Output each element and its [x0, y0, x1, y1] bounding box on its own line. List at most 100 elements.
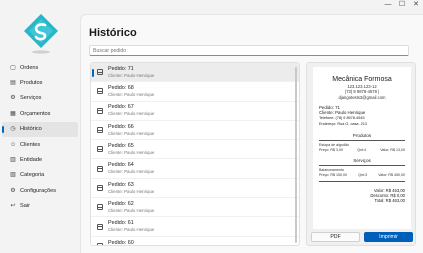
sidebar-item-categoria[interactable]: ▧ Categoria [2, 168, 78, 183]
maximize-button[interactable]: ☐ [395, 0, 409, 10]
divider [319, 140, 405, 142]
package-icon [97, 88, 103, 95]
order-number: Pedido: 68 [108, 85, 134, 92]
scrollbar[interactable] [295, 67, 297, 243]
orders-icon: ▢ [10, 64, 16, 71]
list-item-text: Pedido: 65 Cliente: Paulo Henrique [108, 143, 154, 156]
order-number: Pedido: 61 [108, 220, 134, 227]
history-icon: ◷ [10, 126, 16, 133]
list-item[interactable]: Pedido: 62 Cliente: Paulo Henrique [91, 198, 299, 218]
receipt-products-header: Produtos [352, 133, 372, 139]
receipt-client-address: Endereço: Rua G, casa. 213 [319, 121, 367, 126]
sidebar-item-produtos[interactable]: ▤ Produtos [2, 75, 78, 90]
list-item[interactable]: Pedido: 60Cliente: Paulo Henrique [91, 237, 299, 246]
list-item[interactable]: Pedido: 66 Cliente: Paulo Henrique [91, 121, 299, 141]
receipt-product-price: Preço: R$ 3,00 [319, 147, 343, 152]
sidebar-item-label: Orçamentos [20, 110, 51, 117]
divider [319, 165, 405, 167]
list-item[interactable]: Pedido: 67 Cliente: Paulo Henrique [91, 102, 299, 121]
list-item-text: Pedido: 71 Cliente: Paulo Henrique [108, 66, 154, 79]
receipt-services-header: Serviços [353, 158, 371, 164]
receipt-product-qty: Qnt:4 [357, 147, 367, 152]
sidebar-item-orcamentos[interactable]: ▦ Orçamentos [2, 106, 78, 121]
package-icon [97, 107, 103, 114]
order-client: Cliente: Paulo Henrique [108, 130, 155, 136]
order-number: Pedido: 64 [108, 162, 134, 169]
receipt-preview: Mecânica Formosa 123.123.123-12 (73) 9 9… [313, 67, 411, 229]
logout-icon: ↩ [10, 203, 16, 210]
receipt-product-total: Valor: R$ 13,00 [380, 147, 405, 152]
receipt-service-row: Preço: R$ 150,00 Qnt:3 Valor: R$ 450,00 [319, 173, 405, 178]
list-item[interactable]: Pedido: 63 Cliente: Paulo Henrique [91, 179, 299, 199]
page-title: Histórico [89, 27, 137, 39]
order-client: Cliente: Paulo Henrique [108, 188, 155, 194]
sidebar-item-servicos[interactable]: ⚙ Serviços [2, 91, 78, 106]
sidebar-item-ordens[interactable]: ▢ Ordens [2, 60, 78, 75]
list-item-text: Pedido: 68 Cliente: Paulo Henrique [108, 85, 154, 98]
list-item-text: Pedido: 66 Cliente: Paulo Henrique [108, 124, 154, 137]
list-item-text: Pedido: 60Cliente: Paulo Henrique [108, 239, 154, 246]
sidebar-item-configuracoes[interactable]: ⚙ Configurações [2, 183, 78, 198]
order-number: Pedido: 62 [108, 200, 134, 207]
sidebar-item-label: Clientes [20, 141, 41, 148]
list-item[interactable]: Pedido: 65 Cliente: Paulo Henrique [91, 140, 299, 160]
main-content: Histórico Pedido: 71Cliente: Paulo Henri… [80, 14, 423, 253]
list-item[interactable]: Pedido: 61 Cliente: Paulo Henrique [91, 217, 299, 237]
order-client: Cliente: Paulo Henrique [108, 72, 155, 78]
package-icon [97, 204, 103, 211]
sidebar-item-entidade[interactable]: ▥ Entidade [2, 152, 78, 167]
receipt-service-price: Preço: R$ 150,00 [319, 173, 347, 178]
settings-icon: ⚙ [10, 187, 16, 194]
order-client: Cliente: Paulo Henrique [108, 92, 155, 98]
package-icon [97, 184, 103, 191]
sidebar: ▢ Ordens ▤ Produtos ⚙ Serviços ▦ Orçamentos ◷ His… [0, 0, 80, 253]
order-number: Pedido: 71 [108, 65, 134, 72]
list-item-text: Pedido: 67 Cliente: Paulo Henrique [108, 104, 154, 117]
receipt-service-qty: Qnt:3 [358, 173, 368, 178]
receipt-panel: Mecânica Formosa 123.123.123-12 (73) 9 9… [306, 62, 416, 246]
sidebar-item-label: Configurações [20, 187, 57, 194]
package-icon [97, 69, 103, 76]
sidebar-item-label: Produtos [20, 80, 43, 87]
order-list[interactable]: Pedido: 71 Cliente: Paulo Henrique Pedido:… [90, 62, 300, 246]
pdf-button[interactable]: PDF [311, 232, 360, 242]
list-item[interactable]: Pedido: 64 Cliente: Paulo Henrique [91, 159, 299, 179]
receipt-email: djangotests3@gmail.com [338, 94, 386, 100]
order-number: Pedido: 66 [108, 123, 134, 130]
list-item-text: Pedido: 61 Cliente: Paulo Henrique [108, 220, 154, 233]
app-logo [24, 14, 58, 54]
sidebar-nav: ▢ Ordens ▤ Produtos ⚙ Serviços ▦ Orçamentos ◷ His… [2, 60, 78, 214]
print-button[interactable]: Imprimir [364, 232, 413, 242]
minimize-button[interactable]: — [381, 0, 395, 10]
sidebar-item-label: Histórico [20, 126, 42, 133]
close-button[interactable]: ✕ [409, 0, 423, 10]
entity-icon: ▥ [10, 157, 16, 164]
order-number: Pedido: 67 [108, 104, 134, 111]
order-client: Cliente: Paulo Henrique [108, 207, 155, 213]
services-icon: ⚙ [10, 95, 16, 102]
category-icon: ▧ [10, 172, 16, 179]
list-item-text: Pedido: 64 Cliente: Paulo Henrique [108, 162, 154, 175]
list-item[interactable]: Pedido: 68 Cliente: Paulo Henrique [91, 82, 299, 102]
order-client: Cliente: Paulo Henrique [108, 111, 155, 117]
receipt-product-row: Preço: R$ 3,00 Qnt:4 Valor: R$ 13,00 [319, 148, 405, 153]
search-input[interactable] [89, 45, 409, 56]
sidebar-item-historico[interactable]: ◷ Histórico [2, 121, 78, 137]
list-item[interactable]: Pedido: 71 Cliente: Paulo Henrique [91, 63, 299, 83]
app-window: — ☐ ✕ ▢ Ordens ▤ Produtos ⚙ Serviços ▦ Orçament… [0, 0, 423, 253]
order-number: Pedido: 65 [108, 143, 134, 150]
quotes-icon: ▦ [10, 110, 16, 117]
package-icon [97, 223, 103, 230]
package-icon [97, 165, 103, 172]
order-client: Cliente: Paulo Henrique [108, 150, 155, 156]
title-bar: — ☐ ✕ [381, 0, 423, 10]
receipt-service-total: Valor: R$ 450,00 [378, 173, 405, 178]
order-number: Pedido: 60 [108, 239, 134, 246]
divider [319, 180, 405, 182]
sidebar-item-clientes[interactable]: ☺ Clientes [2, 137, 78, 152]
sidebar-item-sair[interactable]: ↩ Sair [2, 199, 78, 214]
package-icon [97, 146, 103, 153]
clients-icon: ☺ [9, 141, 17, 148]
receipt-sum-total: Total: R$ 463,00 [374, 198, 406, 204]
sidebar-item-label: Entidade [20, 157, 43, 164]
